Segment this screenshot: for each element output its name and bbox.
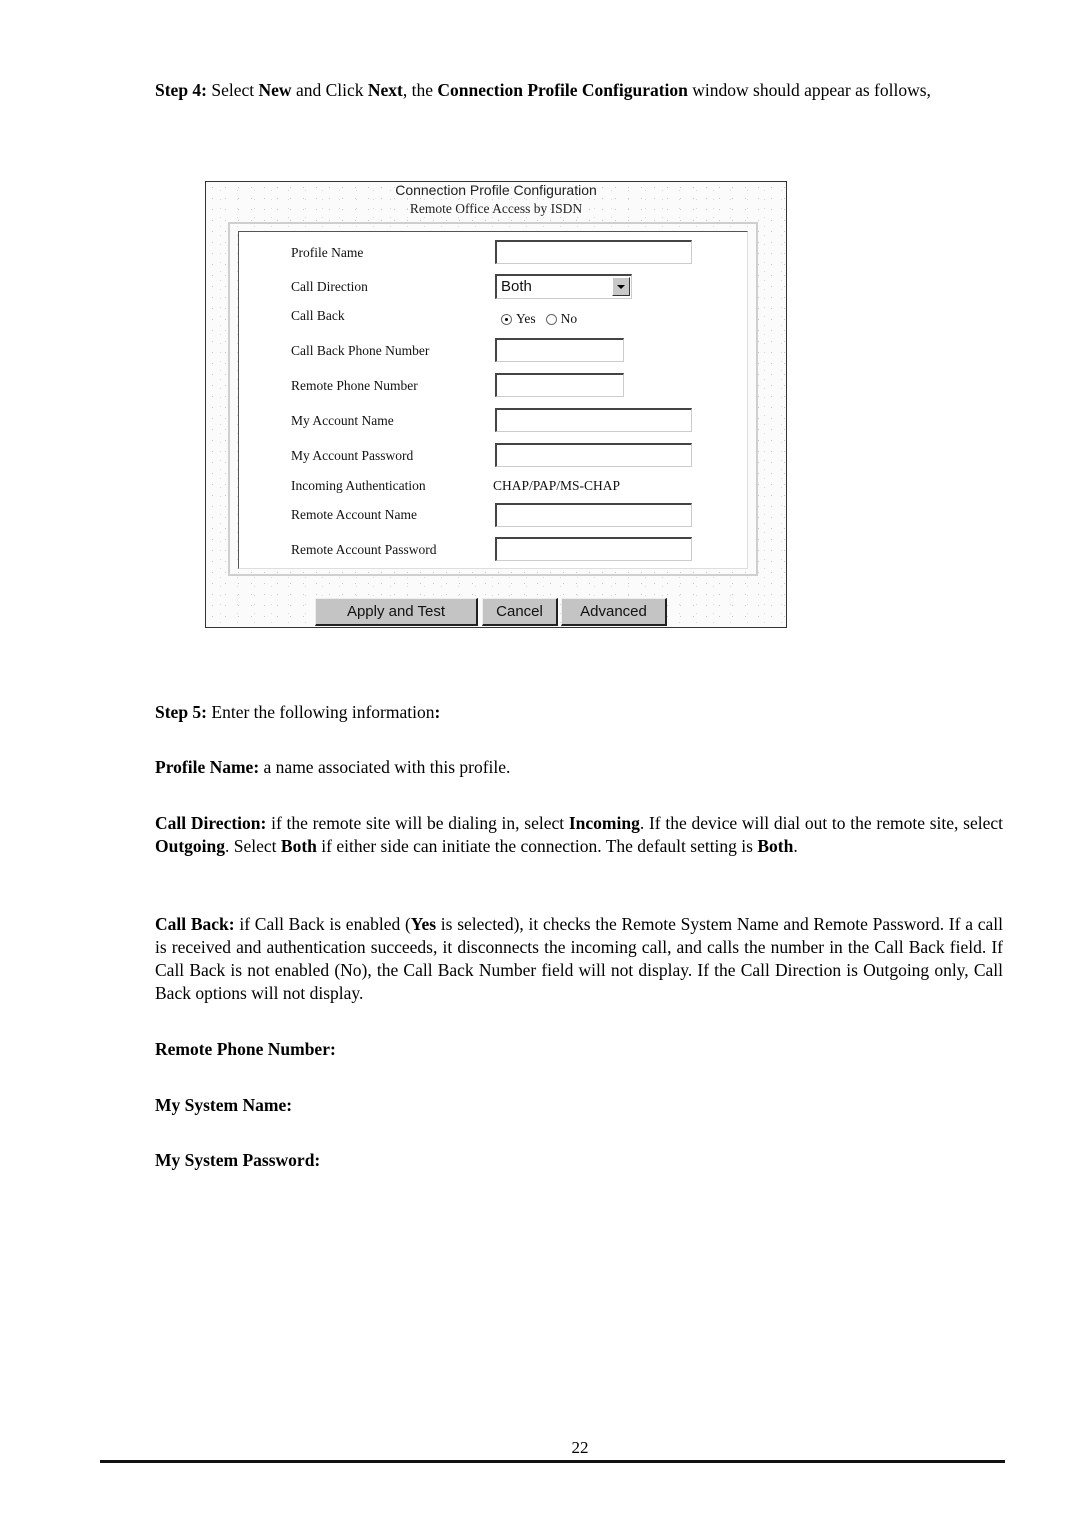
my-system-password-heading: My System Password: bbox=[155, 1150, 321, 1170]
my-account-password-input[interactable] bbox=[495, 443, 692, 467]
footer-rule bbox=[100, 1460, 1005, 1463]
advanced-button[interactable]: Advanced bbox=[561, 598, 667, 626]
remote-phone-input[interactable] bbox=[495, 373, 624, 397]
call-back-yes-label[interactable]: Yes bbox=[516, 311, 536, 327]
call-direction-select[interactable]: Both bbox=[495, 274, 632, 299]
call-back-no-label[interactable]: No bbox=[561, 311, 578, 327]
call-direction-description: Call Direction: if the remote site will … bbox=[155, 813, 1003, 856]
my-account-name-label: My Account Name bbox=[291, 413, 394, 428]
remote-phone-label: Remote Phone Number bbox=[291, 378, 418, 393]
profile-name-label: Profile Name bbox=[291, 245, 364, 260]
form-frame: Profile Name Call Direction Both Call Ba… bbox=[228, 222, 758, 576]
incoming-auth-label: Incoming Authentication bbox=[291, 478, 426, 493]
step4-label: Step 4: bbox=[155, 80, 208, 100]
page-number: 22 bbox=[571, 1438, 589, 1457]
call-back-no-radio[interactable] bbox=[545, 313, 557, 325]
call-direction-label: Call Direction bbox=[291, 279, 368, 294]
connection-profile-dialog: Connection Profile Configuration Remote … bbox=[205, 181, 787, 628]
profile-name-description: Profile Name: a name associated with thi… bbox=[155, 757, 511, 777]
dropdown-button[interactable] bbox=[612, 277, 630, 296]
my-account-password-label: My Account Password bbox=[291, 448, 414, 463]
dialog-subtitle: Remote Office Access by ISDN bbox=[409, 201, 583, 216]
call-back-radio-group: Yes No bbox=[501, 311, 587, 327]
dialog-title: Connection Profile Configuration bbox=[395, 182, 597, 198]
call-back-phone-input[interactable] bbox=[495, 338, 624, 362]
remote-phone-heading: Remote Phone Number: bbox=[155, 1039, 336, 1059]
call-back-term: Call Back: bbox=[155, 914, 235, 934]
call-direction-value: Both bbox=[501, 278, 532, 295]
my-system-name-heading: My System Name: bbox=[155, 1095, 293, 1115]
call-back-phone-label: Call Back Phone Number bbox=[291, 343, 430, 358]
call-back-label: Call Back bbox=[291, 308, 345, 323]
my-account-name-input[interactable] bbox=[495, 408, 692, 432]
cancel-button[interactable]: Cancel bbox=[482, 598, 558, 626]
form-panel: Profile Name Call Direction Both Call Ba… bbox=[238, 231, 748, 569]
remote-account-name-input[interactable] bbox=[495, 503, 692, 527]
profile-name-term: Profile Name: bbox=[155, 757, 260, 777]
remote-account-name-label: Remote Account Name bbox=[291, 507, 417, 522]
step4-paragraph: Step 4: Select New and Click Next, the C… bbox=[155, 80, 931, 100]
call-back-yes-radio[interactable] bbox=[501, 313, 512, 325]
chevron-down-icon bbox=[617, 285, 625, 289]
step5-label: Step 5: bbox=[155, 702, 208, 722]
call-back-description: Call Back: if Call Back is enabled (Yes … bbox=[155, 914, 1003, 1003]
call-direction-term: Call Direction: bbox=[155, 813, 267, 833]
step5-paragraph: Step 5: Enter the following information: bbox=[155, 702, 441, 722]
profile-name-input[interactable] bbox=[495, 240, 692, 264]
apply-and-test-button[interactable]: Apply and Test bbox=[315, 598, 478, 626]
remote-account-password-label: Remote Account Password bbox=[291, 542, 437, 557]
remote-account-password-input[interactable] bbox=[495, 537, 692, 561]
incoming-auth-value: CHAP/PAP/MS-CHAP bbox=[493, 478, 621, 493]
